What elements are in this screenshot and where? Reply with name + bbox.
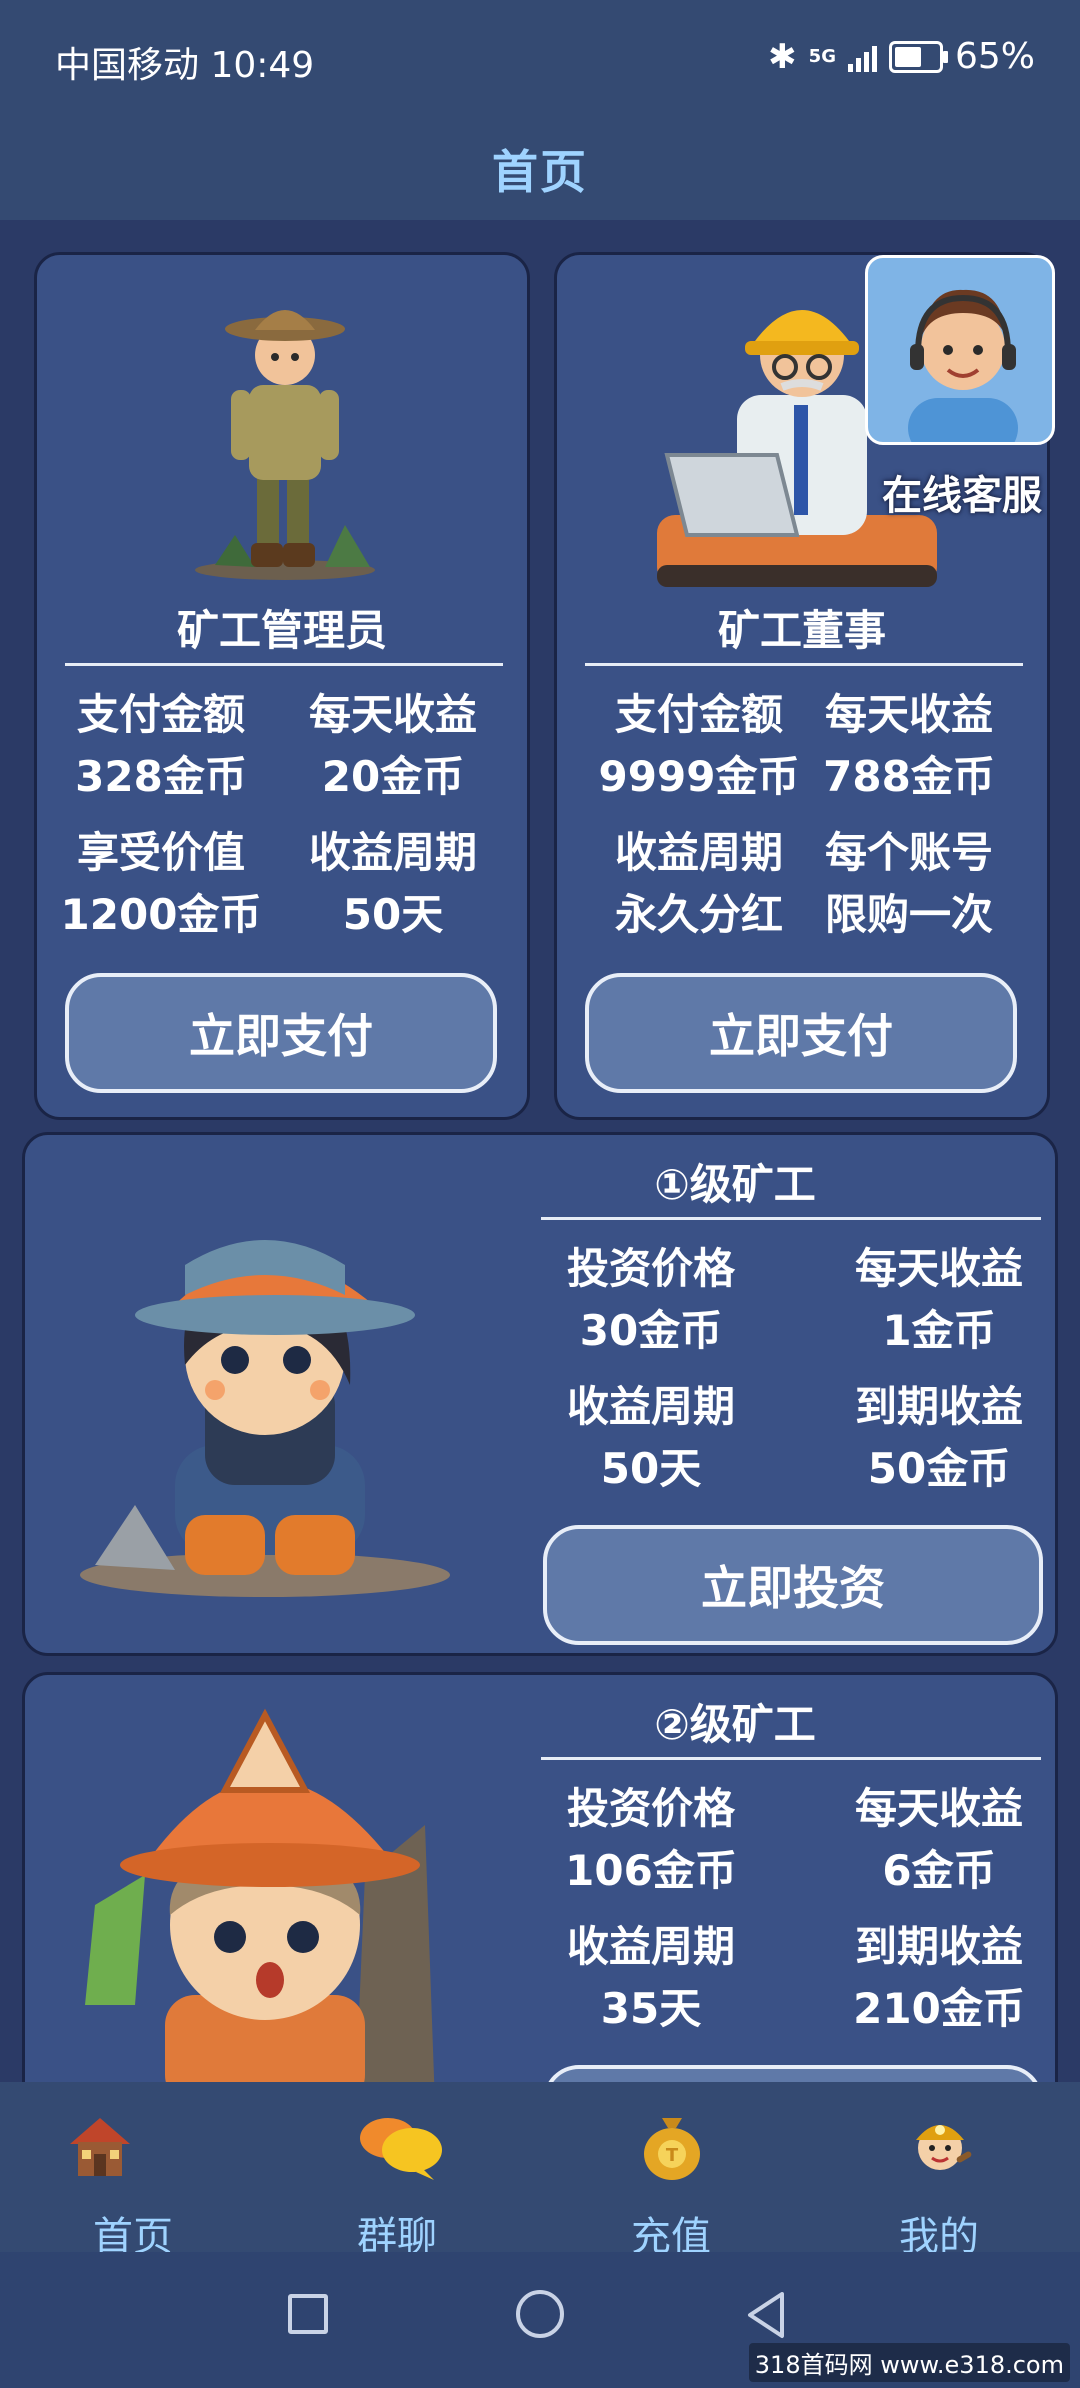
- customer-service-button[interactable]: [865, 255, 1055, 445]
- chat-bubbles-icon: [360, 2118, 442, 2180]
- nav-item-mine[interactable]: 我的: [810, 2082, 1080, 2260]
- stat-label: 投资价格: [566, 1244, 735, 1293]
- money-bag-icon: T: [644, 2118, 700, 2180]
- carrier-time: 中国移动 10:49: [55, 45, 315, 86]
- nav-item-home[interactable]: 首页: [0, 2082, 270, 2260]
- stat-value: 788金币: [823, 752, 995, 801]
- stat-value: 永久分红: [614, 890, 783, 939]
- house-icon: [70, 2118, 130, 2176]
- stat-label: 收益周期: [566, 1922, 735, 1971]
- stat-value: 限购一次: [824, 890, 993, 939]
- stat-value: 35天: [600, 1984, 702, 2033]
- back-button[interactable]: [742, 2288, 792, 2342]
- status-icons: ✱ 5G 65%: [768, 36, 1035, 77]
- page-title: 首页: [492, 145, 588, 199]
- miner-avatar-icon: [916, 2125, 972, 2170]
- plan-card-director: 在线客服 矿工董事 支付金额 每天收益 9999金币 788金币 收益周期 每个…: [554, 252, 1055, 1120]
- app-bar: 首页: [0, 118, 1080, 220]
- card-divider: [541, 1757, 1041, 1760]
- signal-icon: [847, 42, 877, 72]
- bottom-nav: 首页 群聊 T 充值 我的: [0, 2082, 1080, 2260]
- stat-value: 328金币: [75, 752, 247, 801]
- home-button[interactable]: [516, 2290, 564, 2338]
- network-label: 5G: [808, 46, 836, 67]
- status-bar: 中国移动 10:49 ✱ 5G 65%: [0, 0, 1080, 118]
- stat-label: 支付金额: [614, 690, 783, 739]
- level-2-miner-illustration: [85, 1708, 435, 2105]
- card-divider: [65, 663, 503, 666]
- stat-label: 每天收益: [854, 1244, 1023, 1293]
- explorer-miner-illustration: [195, 310, 375, 580]
- stat-label: 投资价格: [566, 1784, 735, 1833]
- stat-label: 每天收益: [308, 690, 477, 739]
- system-nav-bar: 318首码网 www.e318.com: [0, 2252, 1080, 2388]
- stat-label: 每个账号: [824, 828, 993, 877]
- stat-label: 收益周期: [614, 828, 783, 877]
- stat-value: 50天: [600, 1444, 702, 1493]
- stat-label: 收益周期: [308, 828, 477, 877]
- plan-card-level-1: ①级矿工 投资价格 每天收益 30金币 1金币 收益周期 到期收益 50天 50…: [22, 1132, 1058, 1656]
- stat-label: 到期收益: [854, 1922, 1023, 1971]
- card-title: 矿工管理员: [176, 606, 387, 655]
- stat-label: 支付金额: [76, 690, 245, 739]
- card-title: 矿工董事: [717, 606, 886, 655]
- battery-icon: [888, 40, 948, 73]
- recent-apps-button[interactable]: [288, 2294, 328, 2334]
- plan-card-level-2: ②级矿工 投资价格 每天收益 106金币 6金币 收益周期 到期收益 35天 2…: [22, 1672, 1058, 2125]
- stat-value: 210金币: [853, 1984, 1025, 2033]
- stat-label: 每天收益: [824, 690, 993, 739]
- stat-value: 50天: [342, 890, 444, 939]
- level-1-miner-illustration: [80, 1240, 450, 1597]
- stat-value: 9999金币: [598, 752, 800, 801]
- nav-item-recharge[interactable]: T 充值: [540, 2082, 810, 2260]
- customer-service-label[interactable]: 在线客服: [857, 463, 1067, 521]
- invest-now-button[interactable]: 立即投资: [543, 1525, 1043, 1645]
- card-divider: [541, 1217, 1041, 1220]
- stat-value: 30金币: [579, 1306, 723, 1355]
- stat-label: 到期收益: [854, 1382, 1023, 1431]
- battery-level: 65%: [954, 36, 1035, 77]
- pay-now-button[interactable]: 立即支付: [585, 973, 1017, 1093]
- plan-card-admin: 矿工管理员 支付金额 每天收益 328金币 20金币 享受价值 收益周期 120…: [34, 252, 530, 1120]
- svg-text:T: T: [666, 2145, 679, 2166]
- stat-value: 20金币: [321, 752, 465, 801]
- stat-value: 1200金币: [60, 890, 262, 939]
- watermark: 318首码网 www.e318.com: [748, 2343, 1070, 2382]
- stat-value: 50金币: [867, 1444, 1011, 1493]
- card-title: ②级矿工: [654, 1700, 816, 1749]
- stat-label: 享受价值: [76, 828, 245, 877]
- stat-value: 1金币: [882, 1306, 996, 1355]
- bluetooth-icon: ✱: [768, 36, 797, 77]
- stat-value: 6金币: [882, 1846, 996, 1895]
- pay-now-button[interactable]: 立即支付: [65, 973, 497, 1093]
- card-title: ①级矿工: [654, 1160, 816, 1209]
- stat-label: 每天收益: [854, 1784, 1023, 1833]
- card-divider: [585, 663, 1023, 666]
- customer-service-agent-icon: [908, 289, 1018, 442]
- nav-item-group-chat[interactable]: 群聊: [270, 2082, 540, 2260]
- stat-value: 106金币: [565, 1846, 737, 1895]
- stat-label: 收益周期: [566, 1382, 735, 1431]
